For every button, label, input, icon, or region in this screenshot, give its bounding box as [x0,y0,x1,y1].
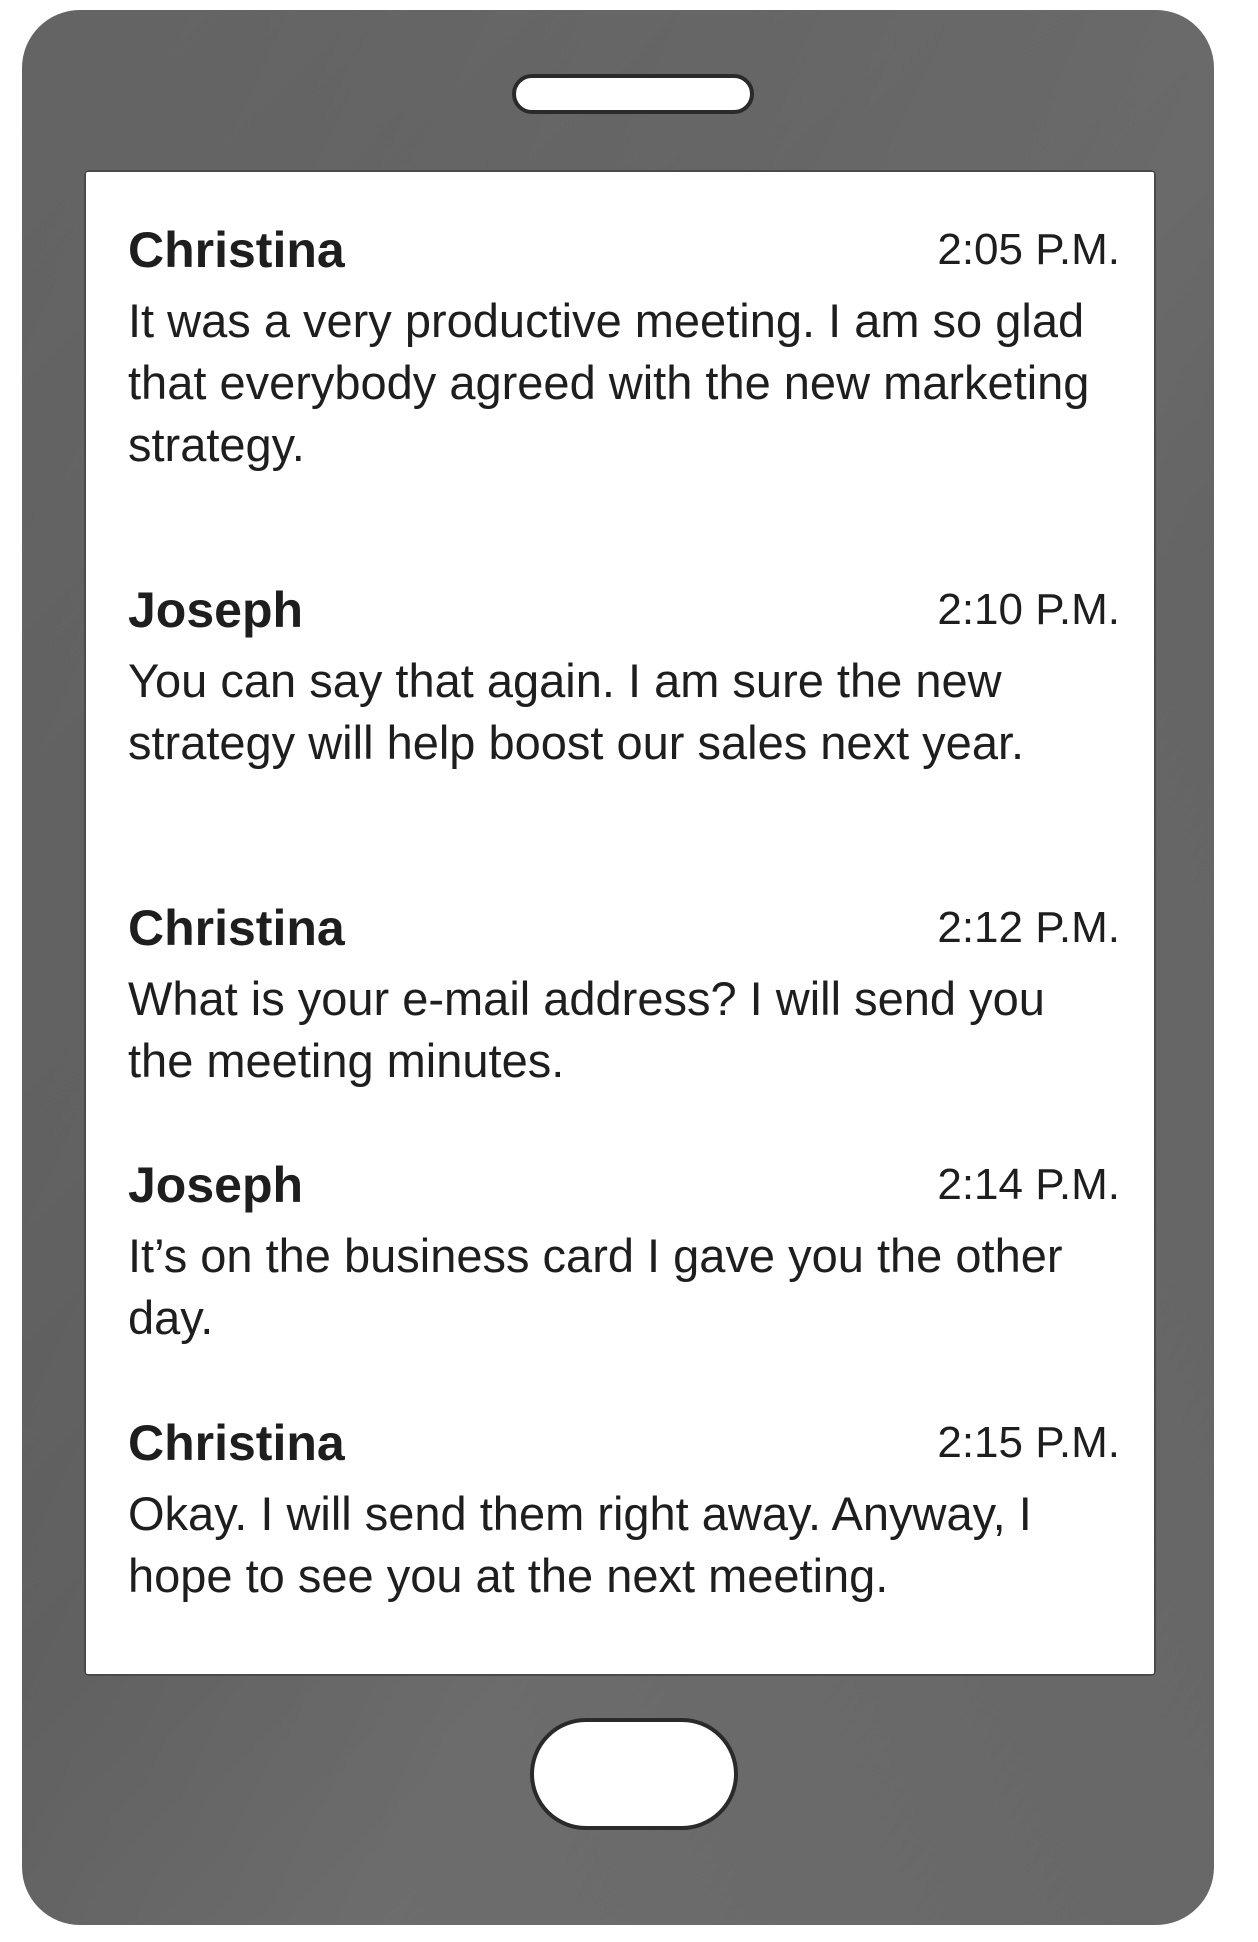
message-sender: Christina [128,222,345,278]
message-text: It was a very productive meeting. I am s… [128,294,1090,471]
chat-screen: Christina 2:05 P.M. It was a very produc… [84,170,1156,1676]
chat-message: Joseph 2:10 P.M. You can say that again.… [128,580,1120,774]
message-text: You can say that again. I am sure the ne… [128,654,1025,769]
message-sender: Christina [128,1415,345,1471]
chat-message: Joseph 2:14 P.M. It’s on the business ca… [128,1155,1120,1349]
message-time: 2:10 P.M. [937,585,1120,634]
message-time: 2:05 P.M. [937,225,1120,274]
message-header: Joseph 2:14 P.M. [128,1155,1120,1215]
message-sender: Joseph [128,1157,304,1213]
chat-message: Christina 2:15 P.M. Okay. I will send th… [128,1413,1120,1607]
message-sender: Christina [128,900,345,956]
message-time: 2:14 P.M. [937,1160,1120,1209]
message-header: Christina 2:05 P.M. [128,220,1120,280]
message-header: Joseph 2:10 P.M. [128,580,1120,640]
home-button[interactable] [530,1718,738,1830]
chat-message: Christina 2:12 P.M. What is your e-mail … [128,898,1120,1092]
message-sender: Joseph [128,582,304,638]
chat-message: Christina 2:05 P.M. It was a very produc… [128,220,1120,476]
message-header: Christina 2:15 P.M. [128,1413,1120,1473]
message-time: 2:12 P.M. [937,903,1120,952]
message-text: It’s on the business card I gave you the… [128,1229,1063,1344]
message-header: Christina 2:12 P.M. [128,898,1120,958]
message-time: 2:15 P.M. [937,1418,1120,1467]
message-text: Okay. I will send them right away. Anywa… [128,1487,1032,1602]
phone-device: Christina 2:05 P.M. It was a very produc… [22,10,1214,1925]
message-text: What is your e-mail address? I will send… [128,972,1045,1087]
speaker-slot [512,74,754,114]
